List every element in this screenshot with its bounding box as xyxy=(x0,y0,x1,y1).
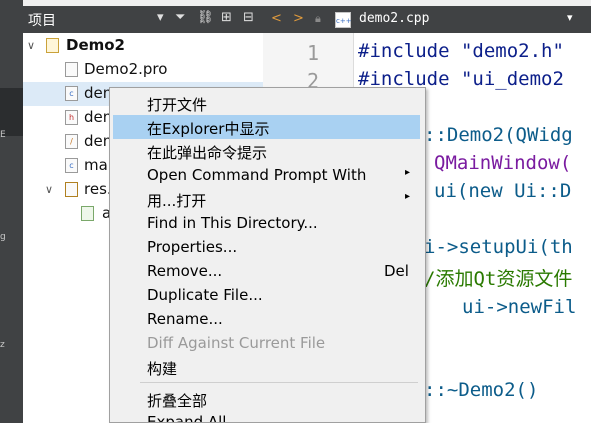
editor-tab-bar: < > 🔒︎ c++ demo2.cpp ▾ xyxy=(263,6,591,33)
pro-file-icon xyxy=(65,62,78,77)
link-editor-icon[interactable]: ⛓ xyxy=(197,10,214,25)
code-line: ::Demo2(QWidg xyxy=(424,124,573,146)
context-menu: 打开文件 在Explorer中显示 在此弹出命令提示 Open Command … xyxy=(109,87,426,423)
menu-item-open-file[interactable]: 打开文件 xyxy=(113,91,420,115)
menu-item-rename[interactable]: Rename... xyxy=(113,307,420,331)
forward-arrow-icon[interactable]: > xyxy=(293,11,304,26)
menu-item-label: Properties... xyxy=(147,238,238,256)
menu-item-properties[interactable]: Properties... xyxy=(113,235,420,259)
menu-item-label: 在Explorer中显示 xyxy=(147,120,270,138)
tree-item-file[interactable]: Demo2.pro xyxy=(23,58,263,82)
mode-label-fragment: E xyxy=(0,130,6,140)
tree-item-label: Demo2.pro xyxy=(84,60,168,78)
mode-selected-highlight[interactable] xyxy=(0,88,23,136)
code-line: QMainWindow( xyxy=(434,152,572,174)
tree-item-label: res. xyxy=(84,180,112,198)
mode-selector-sidebar: E g z xyxy=(0,0,23,423)
menu-item-expand-all[interactable]: Expand All xyxy=(113,410,420,422)
menu-item-duplicate-file[interactable]: Duplicate File... xyxy=(113,283,420,307)
menu-item-label: Remove... xyxy=(147,262,223,280)
menu-item-label: Duplicate File... xyxy=(147,286,263,304)
menu-item-remove[interactable]: Remove... Del xyxy=(113,259,420,283)
chevron-down-icon[interactable]: ▾ xyxy=(567,11,573,24)
filter-icon[interactable]: ⏷ xyxy=(175,10,185,25)
qt-project-icon xyxy=(46,38,59,53)
resource-item-icon xyxy=(81,206,94,221)
tree-item-label: Demo2 xyxy=(66,36,125,54)
project-panel-header: 项目 ▾ ⏷ ⛓ ⊞ ⊟ xyxy=(23,6,263,33)
open-file-name[interactable]: demo2.cpp xyxy=(359,11,429,26)
expand-arrow-icon[interactable]: ∨ xyxy=(27,39,35,52)
header-file-icon: h xyxy=(65,110,78,125)
menu-item-show-in-explorer[interactable]: 在Explorer中显示 xyxy=(113,115,420,139)
mode-label-fragment: z xyxy=(0,340,5,350)
submenu-arrow-icon: ▸ xyxy=(405,191,411,202)
menu-item-label: Expand All xyxy=(147,413,227,422)
menu-item-open-with[interactable]: 用...打开 ▸ xyxy=(113,187,420,211)
project-panel-title: 项目 xyxy=(28,13,56,29)
cpp-file-icon: c xyxy=(65,86,78,101)
lock-icon: 🔒︎ xyxy=(315,12,321,25)
menu-separator xyxy=(140,382,418,383)
menu-item-label: 用...打开 xyxy=(147,192,207,210)
code-line: ui(new Ui::D xyxy=(434,180,572,202)
menu-item-open-command-prompt-here[interactable]: 在此弹出命令提示 xyxy=(113,139,420,163)
menu-item-label: Open Command Prompt With xyxy=(147,166,367,184)
code-line: ::~Demo2() xyxy=(424,379,539,401)
menu-item-diff-against-current-file: Diff Against Current File xyxy=(113,331,420,355)
expand-arrow-icon[interactable]: ∨ xyxy=(45,183,53,196)
cpp-file-icon: c++ xyxy=(335,12,352,28)
code-line: #include "demo2.h" xyxy=(358,40,564,62)
menu-item-label: 在此弹出命令提示 xyxy=(147,144,268,162)
menu-item-build[interactable]: 构建 xyxy=(113,355,420,379)
back-arrow-icon[interactable]: < xyxy=(271,11,282,26)
menu-item-label: Rename... xyxy=(147,310,223,328)
view-dropdown-icon[interactable]: ▾ xyxy=(157,10,164,25)
split-icon[interactable]: ⊞ xyxy=(221,10,232,25)
menu-item-label: 折叠全部 xyxy=(147,392,208,410)
menu-item-label: Find in This Directory... xyxy=(147,214,318,232)
tree-item-project[interactable]: ∨ Demo2 xyxy=(23,34,263,58)
submenu-arrow-icon: ▸ xyxy=(405,167,411,178)
mode-label-fragment: g xyxy=(0,232,6,242)
line-number: 1 xyxy=(306,41,319,65)
resource-file-icon xyxy=(65,182,78,197)
menu-item-label: 打开文件 xyxy=(147,96,208,114)
menu-item-label: 构建 xyxy=(147,360,178,378)
code-line: /添加Qt资源文件 xyxy=(424,268,573,290)
menu-item-open-command-prompt-with[interactable]: Open Command Prompt With ▸ xyxy=(113,163,420,187)
menu-item-label: Diff Against Current File xyxy=(147,334,326,352)
code-line: i->setupUi(th xyxy=(424,236,573,258)
ui-file-icon: / xyxy=(65,134,78,149)
cpp-file-icon: c xyxy=(65,158,78,173)
menu-item-find-in-directory[interactable]: Find in This Directory... xyxy=(113,211,420,235)
tree-item-label: mai xyxy=(84,156,112,174)
code-line: ui->newFil xyxy=(462,296,577,318)
menu-item-collapse-all[interactable]: 折叠全部 xyxy=(113,387,420,411)
menu-item-shortcut: Del xyxy=(384,262,409,280)
close-panel-icon[interactable]: ⊟ xyxy=(243,10,254,25)
